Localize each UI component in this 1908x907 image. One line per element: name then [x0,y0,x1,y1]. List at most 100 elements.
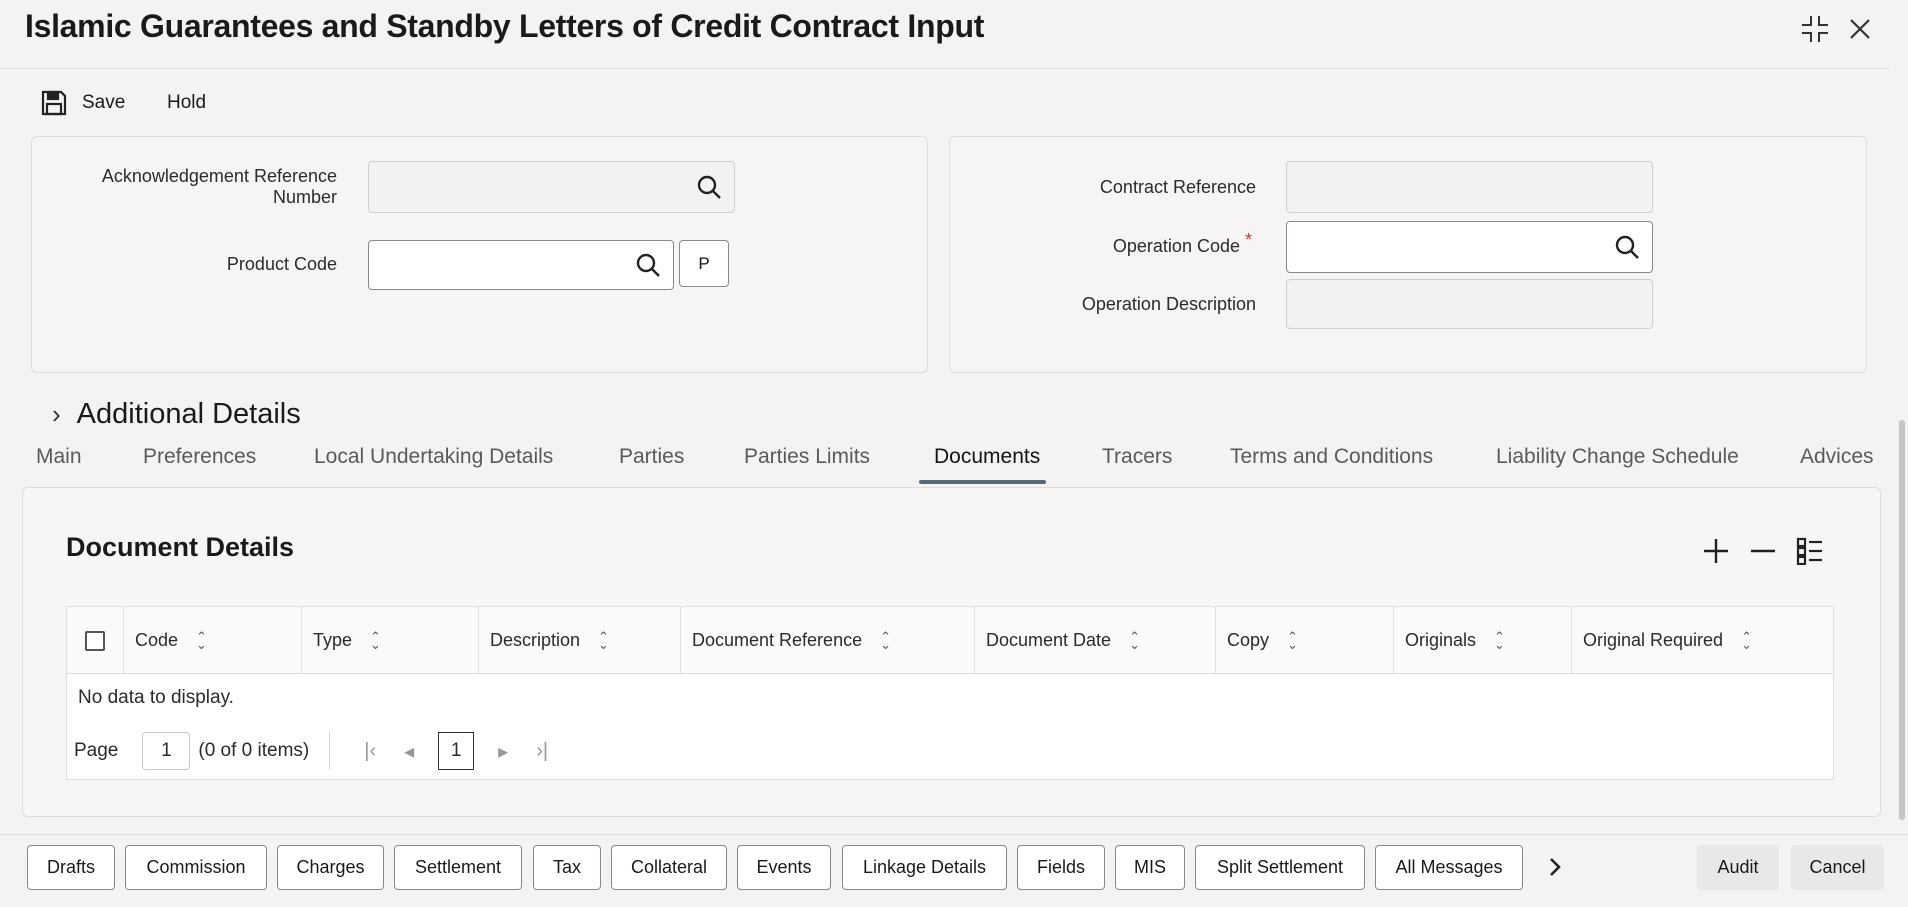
split-settlement-button[interactable]: Split Settlement [1195,845,1365,890]
column-header-document-reference[interactable]: Document Reference ⌃ ⌄ [680,607,974,674]
column-label: Originals [1405,630,1477,650]
drafts-button[interactable]: Drafts [27,845,115,890]
more-buttons-chevron[interactable] [1540,849,1570,885]
tab-terms-and-conditions[interactable]: Terms and Conditions [1230,445,1433,469]
tab-tracers[interactable]: Tracers [1102,445,1172,469]
commission-button[interactable]: Commission [125,845,267,890]
save-label: Save [82,92,126,113]
sort-icon: ⌃ ⌄ [1494,628,1505,652]
column-label: Type [313,630,353,650]
product-popup-button[interactable]: P [679,240,729,287]
all-messages-button[interactable]: All Messages [1375,845,1523,890]
scrollbar-thumb[interactable] [1899,420,1905,820]
ack-ref-input[interactable] [369,162,734,212]
pager-divider [329,732,331,770]
events-button[interactable]: Events [737,845,831,890]
column-header-type[interactable]: Type ⌃ ⌄ [301,607,478,674]
sort-icon: ⌃ ⌄ [1287,628,1298,652]
add-row-button[interactable] [1698,533,1734,569]
operation-code-label: Operation Code [1112,236,1240,256]
last-page-icon[interactable]: ›| [536,740,548,763]
audit-button[interactable]: Audit [1697,845,1779,890]
product-code-label: Product Code [226,254,337,274]
operation-desc-label: Operation Description [1081,294,1256,314]
operation-code-input[interactable] [1287,222,1652,272]
sort-icon: ⌃ ⌄ [1741,628,1752,652]
sort-icon: ⌃ ⌄ [598,628,609,652]
pagination: Page 1 (0 of 0 items) |‹ ◂ 1 ▸ ›| [74,731,562,771]
sort-icon: ⌃ ⌄ [196,628,207,652]
document-details-title: Document Details [66,532,295,562]
collapse-window-button[interactable] [1798,12,1832,46]
column-header-code[interactable]: Code ⌃ ⌄ [123,607,301,674]
column-label: Document Date [986,630,1112,650]
tab-advices[interactable]: Advices [1800,445,1874,469]
next-page-icon[interactable]: ▸ [498,739,508,764]
search-icon[interactable] [1612,232,1642,262]
sort-icon: ⌃ ⌄ [1129,628,1140,652]
contract-ref-input[interactable] [1287,162,1652,212]
select-all-checkbox[interactable] [85,631,105,651]
column-label: Code [135,630,179,650]
plus-icon [1704,539,1728,563]
contract-ref-label: Contract Reference [1099,177,1256,197]
tab-parties-limits[interactable]: Parties Limits [744,445,870,469]
page-label: Page [74,740,119,761]
contract-ref-field[interactable] [1286,161,1653,213]
empty-table-message: No data to display. [78,687,234,708]
charges-button[interactable]: Charges [277,845,384,890]
tab-documents[interactable]: Documents [934,445,1040,469]
column-label: Description [490,630,581,650]
column-label: Copy [1227,630,1270,650]
hold-button[interactable]: Hold [167,88,206,118]
tax-button[interactable]: Tax [533,845,601,890]
column-header-copy[interactable]: Copy ⌃ ⌄ [1215,607,1393,674]
save-icon [41,90,67,116]
collateral-button[interactable]: Collateral [611,845,727,890]
linkage-details-button[interactable]: Linkage Details [842,845,1007,890]
ack-ref-field[interactable] [368,161,735,213]
save-button[interactable]: Save [40,88,125,118]
mis-button[interactable]: MIS [1115,845,1185,890]
operation-desc-field[interactable] [1286,279,1653,329]
items-count: (0 of 0 items) [198,740,310,761]
product-code-input[interactable] [369,241,673,289]
tab-liability-change-schedule[interactable]: Liability Change Schedule [1496,445,1739,469]
single-view-button[interactable] [1792,533,1828,569]
sort-icon: ⌃ ⌄ [370,628,381,652]
close-icon [1850,19,1870,39]
previous-page-icon[interactable]: ◂ [404,739,414,764]
operation-code-field[interactable] [1286,221,1653,273]
operation-desc-input[interactable] [1287,280,1652,328]
ack-ref-label: Acknowledgement Reference Number [101,166,337,207]
first-page-icon[interactable]: |‹ [364,740,376,763]
sort-icon: ⌃ ⌄ [880,628,891,652]
column-header-document-date[interactable]: Document Date ⌃ ⌄ [974,607,1215,674]
column-header-description[interactable]: Description ⌃ ⌄ [478,607,680,674]
close-window-button[interactable] [1843,12,1877,46]
tab-preferences[interactable]: Preferences [143,445,256,469]
tab-local-undertaking-details[interactable]: Local Undertaking Details [314,445,553,469]
chevron-right-icon [1550,858,1561,876]
vertical-scrollbar[interactable] [1897,120,1908,835]
current-page-button[interactable]: 1 [438,732,475,770]
cancel-button[interactable]: Cancel [1791,845,1884,890]
settlement-button[interactable]: Settlement [394,845,522,890]
additional-details-label: Additional Details [76,398,301,430]
required-indicator: * [1245,230,1253,250]
column-label: Document Reference [692,630,863,650]
tab-main[interactable]: Main [36,445,82,469]
search-icon[interactable] [633,250,663,280]
column-header-original-required[interactable]: Original Required ⌃ ⌄ [1571,607,1833,674]
page-title: Islamic Guarantees and Standby Letters o… [25,8,985,44]
active-tab-indicator [919,480,1046,484]
additional-details-toggle[interactable]: › Additional Details [52,398,301,431]
fields-button[interactable]: Fields [1017,845,1105,890]
document-details-table: Code ⌃ ⌄ Type ⌃ ⌄ Description ⌃ ⌄ Document … [66,606,1834,780]
tab-parties[interactable]: Parties [619,445,684,469]
delete-row-button[interactable] [1745,533,1781,569]
product-code-field[interactable] [368,240,674,290]
column-header-originals[interactable]: Originals ⌃ ⌄ [1393,607,1571,674]
search-icon[interactable] [694,172,724,202]
page-number-input[interactable]: 1 [142,732,191,770]
